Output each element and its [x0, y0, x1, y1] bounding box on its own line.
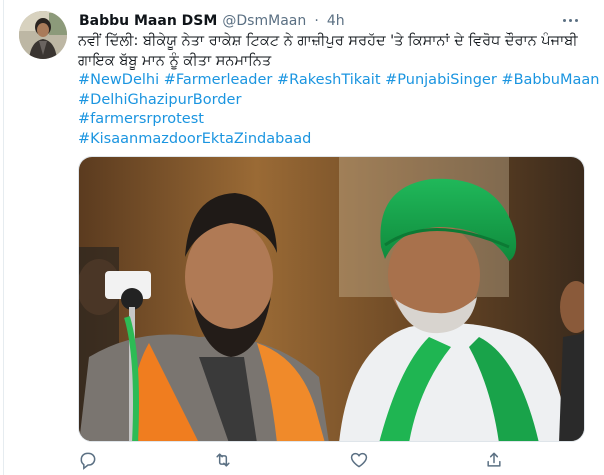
hashtag-line[interactable]: #DelhiGhazipurBorder: [78, 91, 598, 111]
separator-dot: ·: [314, 13, 319, 29]
more-horizontal-icon[interactable]: [560, 10, 580, 30]
tweet-text-line: ਨਵੀਂ ਦਿੱਲੀ: ਬੀਕੇਯੂ ਨੇਤਾ ਰਾਕੇਸ਼ ਟਿਕਟ ਨੇ ਗ…: [78, 33, 578, 49]
tweet-header: Babbu Maan DSM @DsmMaan · 4h: [79, 10, 345, 30]
hashtag-line[interactable]: #NewDelhi #Farmerleader #RakeshTikait #P…: [78, 71, 599, 91]
hashtag-line[interactable]: #farmersrprotest: [78, 110, 598, 130]
hashtag-line[interactable]: #KisaanmazdoorEktaZindabaad: [78, 130, 598, 150]
avatar-image: [19, 11, 67, 59]
tweet-actions: [78, 450, 508, 472]
avatar[interactable]: [19, 11, 67, 59]
tweet-text: ਨਵੀਂ ਦਿੱਲੀ: ਬੀਕੇਯੂ ਨੇਤਾ ਰਾਕੇਸ਼ ਟਿਕਟ ਨੇ ਗ…: [78, 32, 599, 150]
reply-icon[interactable]: [78, 450, 100, 472]
tweet-time[interactable]: 4h: [327, 13, 345, 29]
author-name[interactable]: Babbu Maan DSM: [79, 13, 217, 29]
tweet-card[interactable]: Babbu Maan DSM @DsmMaan · 4h ਨਵੀਂ ਦਿੱਲੀ:…: [0, 0, 604, 475]
photo-image: [79, 157, 584, 441]
share-icon[interactable]: [484, 450, 506, 472]
tweet-photo[interactable]: [78, 156, 585, 442]
author-handle[interactable]: @DsmMaan: [222, 13, 306, 29]
retweet-icon[interactable]: [213, 450, 235, 472]
tweet-text-line: ਗਾਇਕ ਬੱਬੂ ਮਾਨ ਨੂੰ ਕੀਤਾ ਸਨਮਾਨਿਤ: [78, 52, 272, 69]
like-icon[interactable]: [349, 450, 371, 472]
